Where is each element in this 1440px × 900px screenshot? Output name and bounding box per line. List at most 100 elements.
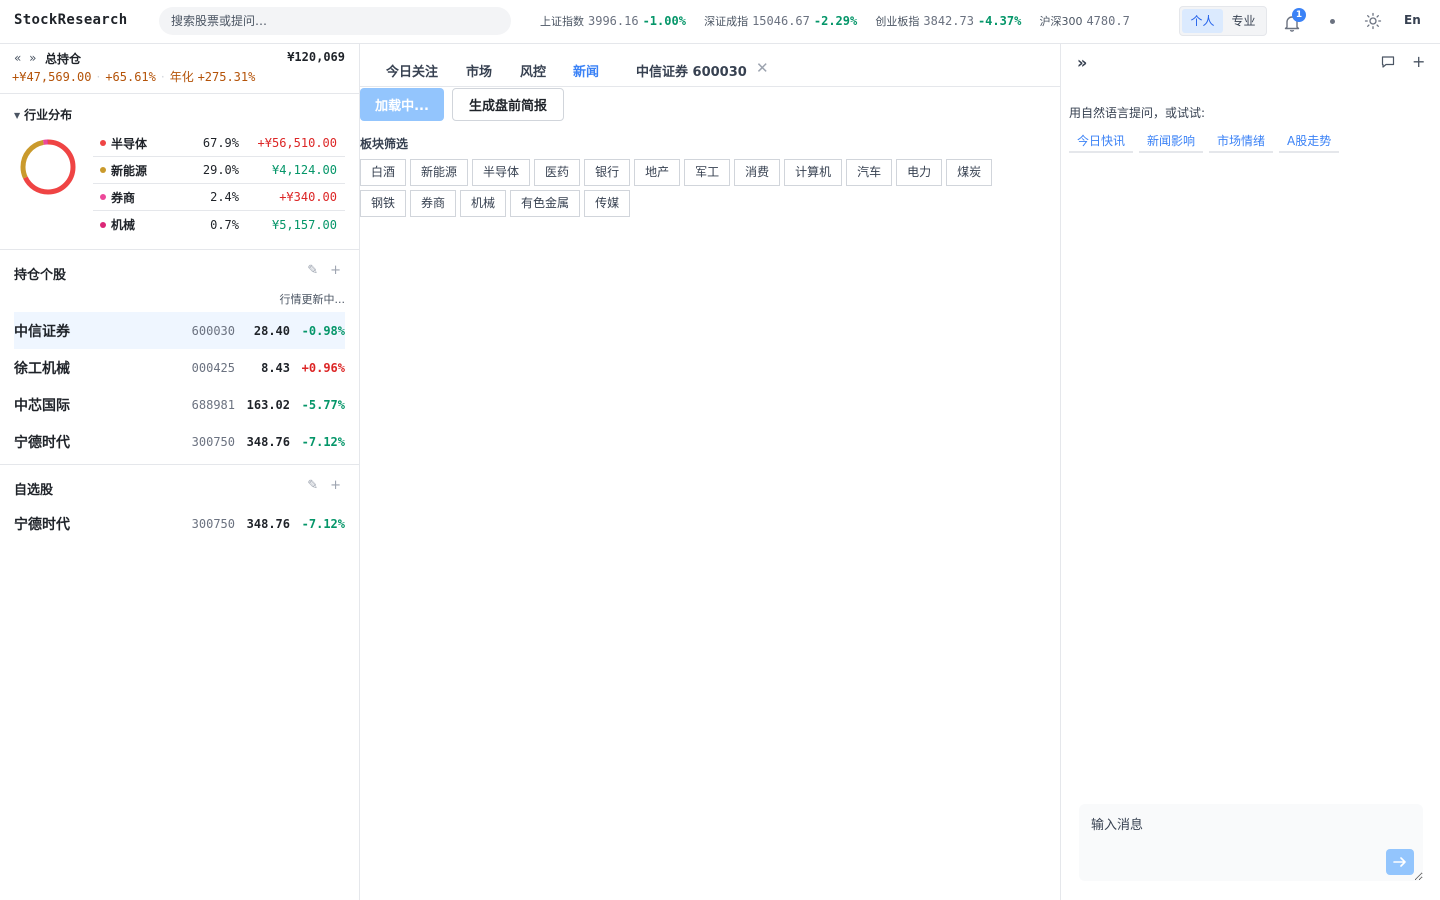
sector-chip[interactable]: 消费 [734,159,781,186]
suggestion-chip[interactable]: 市场情绪 [1209,130,1274,153]
generate-brief-button[interactable]: 生成盘前简报 [452,88,564,121]
add-icon[interactable]: + [330,478,341,493]
stock-price: 8.43 [261,360,290,375]
industry-row[interactable]: 新能源 29.0% ¥4,124.00 [93,157,345,184]
index-change: -4.37% [977,14,1022,28]
loading-button[interactable]: 加载中... [360,88,444,121]
sector-chip[interactable]: 汽车 [846,159,893,186]
portfolio-summary: +¥47,569.00 · +65.61% · 年化 +275.31% [12,68,255,85]
holdings-list: 中信证券 600030 28.40 -0.98% 徐工机械 000425 8.43 +0.96… [14,312,345,460]
sector-chip[interactable]: 军工 [684,159,731,186]
sector-chip[interactable]: 钢铁 [360,190,407,217]
left-panel: « » 总持仓 ¥120,069 +¥47,569.00 · +65.61% · 年化 … [0,44,360,900]
watchlist-title: 自选股 [14,483,54,498]
tab-today[interactable]: 今日关注 [386,61,438,80]
tab-news[interactable]: 新闻 [573,61,599,80]
tab-risk[interactable]: 风控 [520,61,546,80]
chat-hint: 用自然语言提问，或试试: [1069,106,1206,120]
sector-chip[interactable]: 有色金属 [510,190,581,217]
language-toggle[interactable]: En [1404,13,1421,27]
index-name: 创业板指 [875,15,920,28]
portfolio-total: ¥120,069 [287,50,345,64]
sector-chip[interactable]: 计算机 [784,159,843,186]
separator-dot: · [96,70,101,84]
industry-table: 半导体 67.9% +¥56,510.00 新能源 29.0% ¥4,124.00 券商 2.… [93,130,345,238]
sector-chip[interactable]: 券商 [410,190,457,217]
index-change: -2.29% [813,14,858,28]
industry-percent: 29.0% [202,163,239,177]
index-item[interactable]: 沪深300 4780.7 [1039,0,1133,43]
separator-dot: · [160,70,165,84]
index-name: 深证成指 [704,15,749,28]
industry-section-toggle[interactable]: ▼ 行业分布 [14,106,72,123]
stock-row[interactable]: 宁德时代 300750 348.76 -7.12% [14,423,345,460]
tab-bar: 今日关注 市场 风控 新闻 中信证券 600030 ✕ [360,44,1060,87]
stock-name: 中芯国际 [14,397,70,414]
sector-chip[interactable]: 白酒 [360,159,407,186]
chat-input[interactable] [1079,804,1423,881]
divider [0,464,359,465]
index-name: 上证指数 [540,15,584,28]
stock-name: 宁德时代 [14,434,70,451]
sector-chip[interactable]: 电力 [896,159,943,186]
suggestion-chip[interactable]: 新闻影响 [1139,130,1204,153]
index-value: 3842.73 [923,14,974,28]
sector-chip[interactable]: 新能源 [410,159,469,186]
app-logo[interactable]: StockResearch [14,12,127,28]
index-item[interactable]: 创业板指 3842.73 -4.37% [875,0,1021,43]
stock-code: 300750 [191,434,235,449]
sector-chip[interactable]: 机械 [460,190,507,217]
index-item[interactable]: 上证指数 3996.16 -1.00% [540,0,686,43]
sector-chip[interactable]: 银行 [584,159,631,186]
quote-status: 行情更新中... [279,293,346,306]
tab-stock-600030[interactable]: 中信证券 600030 [636,61,747,80]
industry-color-dot [100,221,106,228]
industry-row[interactable]: 券商 2.4% +¥340.00 [93,184,345,211]
sector-chip[interactable]: 半导体 [472,159,531,186]
close-icon[interactable]: ✕ [756,59,769,77]
sector-chip[interactable]: 地产 [634,159,681,186]
mode-personal-button[interactable]: 个人 [1182,9,1223,33]
index-item[interactable]: 深证成指 15046.67 -2.29% [704,0,857,43]
arrow-right-icon [1393,857,1406,867]
send-button[interactable] [1386,849,1414,875]
suggestion-chip[interactable]: 今日快讯 [1069,130,1134,153]
stock-row[interactable]: 中芯国际 688981 163.02 -5.77% [14,386,345,423]
industry-name: 半导体 [111,136,148,151]
index-name: 沪深300 [1039,15,1083,28]
suggestion-chip[interactable]: A股走势 [1279,130,1340,153]
stock-change: -0.98% [301,323,345,338]
tab-market[interactable]: 市场 [466,61,492,80]
main-content: 今日关注 市场 风控 新闻 中信证券 600030 ✕ 加载中... 生成盘前简… [360,44,1060,900]
industry-title: 行业分布 [24,108,73,122]
new-chat-icon[interactable]: + [1412,52,1425,71]
industry-amount: +¥340.00 [279,190,337,204]
search-input[interactable] [159,7,511,35]
sector-chip[interactable]: 煤炭 [946,159,993,186]
sector-chip[interactable]: 医药 [534,159,581,186]
add-icon[interactable]: + [330,263,341,278]
industry-name: 机械 [111,218,136,232]
panel-collapse-button[interactable]: « » [14,51,39,65]
industry-row[interactable]: 机械 0.7% ¥5,157.00 [93,211,345,238]
index-change: -1.00% [642,14,686,28]
stock-row[interactable]: 徐工机械 000425 8.43 +0.96% [14,349,345,386]
sector-chip[interactable]: 传媒 [584,190,631,217]
chat-collapse-button[interactable]: » [1077,53,1087,72]
mode-switch: 个人 专业 [1179,6,1267,36]
edit-icon[interactable]: ✎ [307,478,318,493]
industry-percent: 67.9% [202,136,239,150]
stock-row[interactable]: 中信证券 600030 28.40 -0.98% [14,312,345,349]
stock-row[interactable]: 宁德时代 300750 348.76 -7.12% [14,505,345,542]
index-value: 15046.67 [752,14,810,28]
watchlist-actions: ✎ + [295,478,341,493]
chat-history-icon[interactable] [1381,55,1395,69]
sun-icon[interactable] [1364,12,1382,30]
industry-donut-chart [20,139,76,195]
stock-name: 宁德时代 [14,516,70,533]
edit-icon[interactable]: ✎ [307,263,318,278]
mode-pro-button[interactable]: 专业 [1223,9,1264,33]
stock-change: -7.12% [301,434,345,449]
industry-row[interactable]: 半导体 67.9% +¥56,510.00 [93,130,345,157]
index-value: 3996.16 [588,14,639,28]
